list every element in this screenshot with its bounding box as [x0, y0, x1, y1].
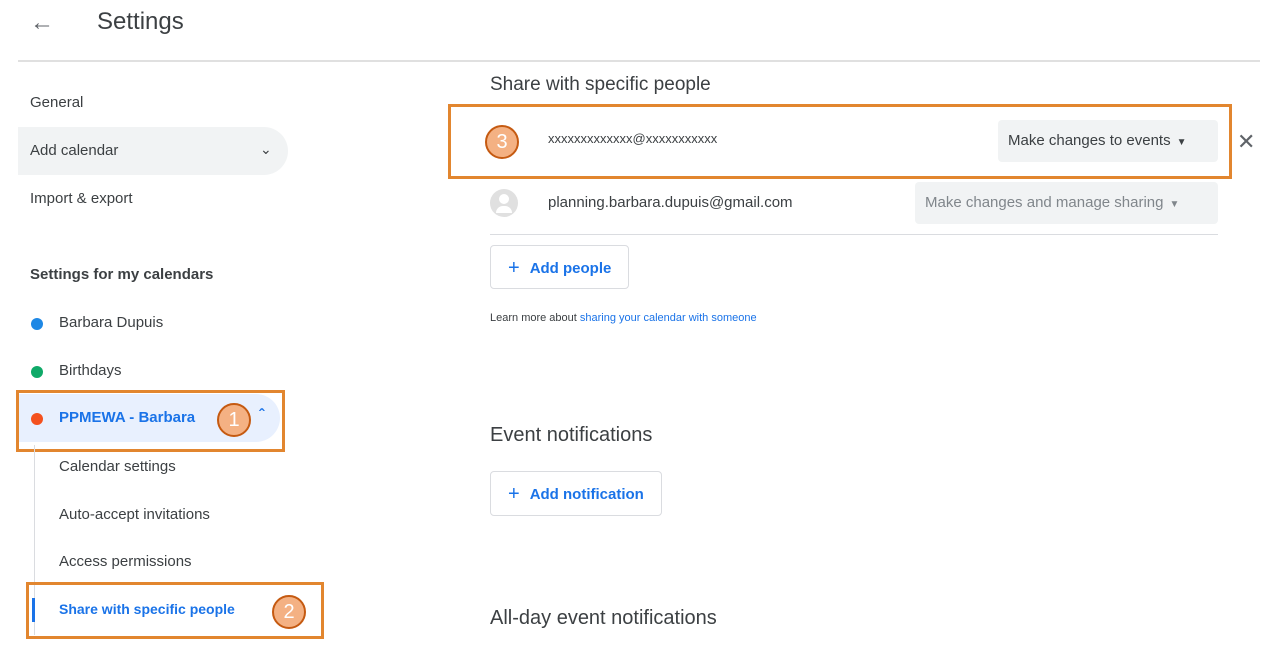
share-row-email: xxxxxxxxxxxxx@xxxxxxxxxxx	[548, 131, 718, 146]
annotation-marker-3: 3	[485, 125, 519, 159]
add-people-label: Add people	[529, 260, 612, 277]
learn-more-text: Learn more about sharing your calendar w…	[490, 312, 757, 324]
annotation-marker-2: 2	[272, 595, 306, 629]
sidebar-subitem-calendar-settings[interactable]: Calendar settings	[59, 457, 176, 477]
add-notification-label: Add notification	[529, 486, 644, 503]
dropdown-caret-icon: ▼	[1169, 199, 1180, 210]
sidebar-heading-my-calendars: Settings for my calendars	[30, 266, 214, 283]
dropdown-caret-icon: ▼	[1176, 137, 1187, 148]
sidebar-calendar-barbara-dupuis[interactable]: Barbara Dupuis	[59, 313, 163, 333]
share-row-email: planning.barbara.dupuis@gmail.com	[548, 194, 793, 211]
page-title: Settings	[97, 8, 184, 35]
plus-icon: +	[508, 257, 520, 279]
avatar-icon	[490, 189, 518, 217]
permission-dropdown-disabled: Make changes and manage sharing ▼	[915, 182, 1218, 224]
sidebar-item-add-calendar-label: Add calendar	[30, 142, 119, 159]
event-notifications-title: Event notifications	[490, 424, 653, 446]
share-section-title: Share with specific people	[490, 74, 711, 95]
add-notification-button[interactable]: + Add notification	[490, 471, 662, 516]
chevron-down-icon: ⌄	[260, 141, 272, 157]
sidebar-item-general[interactable]: General	[30, 93, 83, 113]
calendar-color-dot	[31, 318, 43, 330]
sidebar-item-import-export[interactable]: Import & export	[30, 189, 133, 209]
add-people-button[interactable]: + Add people	[490, 245, 630, 289]
learn-more-prefix: Learn more about	[490, 312, 580, 324]
permission-dropdown[interactable]: Make changes to events ▼	[998, 120, 1218, 162]
learn-more-link[interactable]: sharing your calendar with someone	[580, 312, 757, 324]
row-divider	[490, 234, 1218, 235]
close-icon[interactable]: ✕	[1237, 131, 1255, 153]
sidebar-calendar-birthdays[interactable]: Birthdays	[59, 361, 122, 381]
calendar-color-dot	[31, 366, 43, 378]
annotation-marker-1: 1	[217, 403, 251, 437]
permission-dropdown-value: Make changes to events	[1008, 132, 1171, 149]
header-divider	[18, 60, 1260, 62]
sidebar-subitem-auto-accept[interactable]: Auto-accept invitations	[59, 505, 210, 525]
permission-dropdown-value: Make changes and manage sharing	[925, 194, 1164, 211]
plus-icon: +	[508, 483, 520, 505]
all-day-notifications-title: All-day event notifications	[490, 607, 717, 629]
sidebar-subitem-access-permissions[interactable]: Access permissions	[59, 552, 192, 572]
back-arrow-icon[interactable]: ←	[30, 8, 60, 38]
